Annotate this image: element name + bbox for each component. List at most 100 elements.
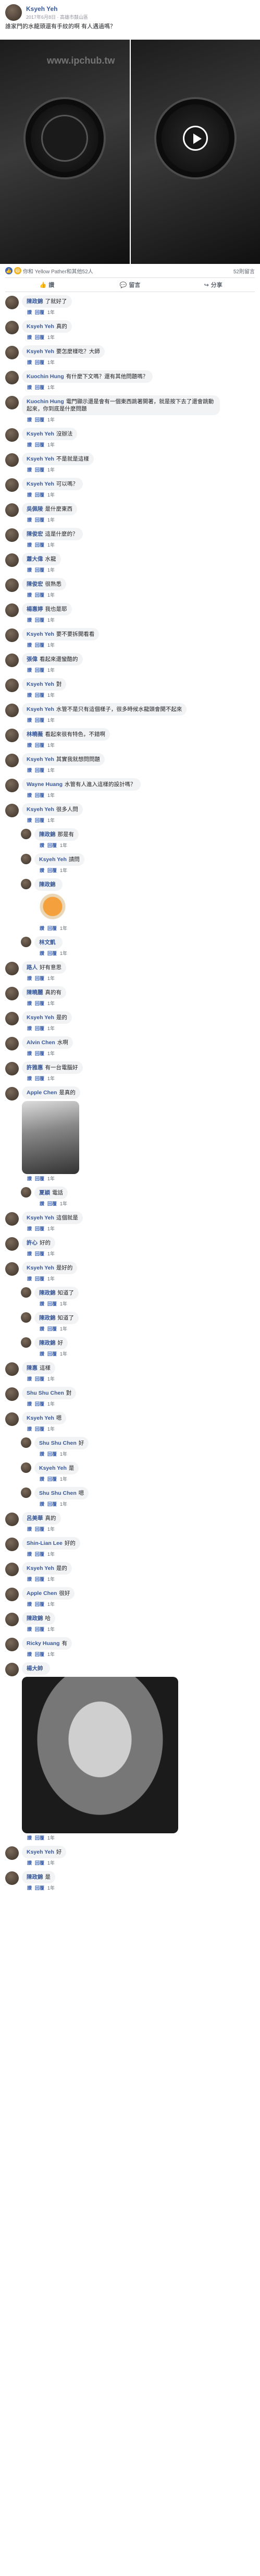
post-timestamp[interactable]: 2017年6月8日 · 高雄市鼓山區 [26,14,88,20]
comment-reply-button[interactable]: 回覆 [35,1835,44,1841]
comment-like-button[interactable]: 讚 [27,1276,32,1281]
comment-like-button[interactable]: 讚 [27,668,32,673]
comment-like-button[interactable]: 讚 [27,492,32,498]
commenter-avatar[interactable] [5,779,19,792]
commenter-name[interactable]: Ksyeh Yeh [27,481,54,487]
comment-like-button[interactable]: 讚 [27,643,32,648]
comment-like-button[interactable]: 讚 [27,693,32,698]
commenter-name[interactable]: Ksyeh Yeh [39,1465,67,1471]
commenter-name[interactable]: Shu Shu Chen [27,1390,64,1396]
comment-time[interactable]: 1年 [47,1401,55,1407]
comment-reply-button[interactable]: 回覆 [35,592,44,598]
commenter-name[interactable]: Ksyeh Yeh [27,806,54,813]
comment-like-button[interactable]: 讚 [40,868,44,873]
commenter-avatar[interactable] [5,754,19,767]
comment-time[interactable]: 1年 [47,1602,55,1607]
commenter-name[interactable]: 陳政錦 [27,1874,43,1880]
comment-time[interactable]: 1年 [60,868,67,873]
comment-reply-button[interactable]: 回覆 [35,567,44,573]
comment-like-button[interactable]: 讚 [27,1176,32,1181]
comment-reply-button[interactable]: 回覆 [47,1201,57,1206]
comment-like-button[interactable]: 讚 [27,1401,32,1407]
commenter-avatar[interactable] [21,937,31,947]
comment-like-button[interactable]: 讚 [27,442,32,448]
commenter-name[interactable]: Ksyeh Yeh [27,1215,54,1221]
comment-time[interactable]: 1年 [47,1885,55,1891]
commenter-name[interactable]: 楊大帥 [27,1665,43,1672]
comment-like-button[interactable]: 讚 [27,467,32,473]
commenter-name[interactable]: Shu Shu Chen [39,1440,77,1446]
commenter-name[interactable]: Alvin Chen [27,1039,55,1046]
commenter-avatar[interactable] [5,679,19,692]
commenter-avatar[interactable] [5,1212,19,1226]
commenter-avatar[interactable] [5,729,19,742]
comment-reply-button[interactable]: 回覆 [35,385,44,390]
commenter-avatar[interactable] [5,962,19,975]
commenter-name[interactable]: 陳政錦 [27,298,43,305]
commenter-avatar[interactable] [5,553,19,567]
comment-time[interactable]: 1年 [47,693,55,698]
comment-time[interactable]: 1年 [47,542,55,548]
comment-like-button[interactable]: 讚 [40,1201,44,1206]
comment-reply-button[interactable]: 回覆 [35,442,44,448]
comment-reply-button[interactable]: 回覆 [35,1860,44,1866]
comment-time[interactable]: 1年 [47,567,55,573]
comment-reply-button[interactable]: 回覆 [35,1652,44,1657]
commenter-avatar[interactable] [5,1538,19,1551]
comment-reply-button[interactable]: 回覆 [35,1051,44,1056]
comment-time[interactable]: 1年 [47,718,55,723]
commenter-avatar[interactable] [5,1262,19,1276]
comment-time[interactable]: 1年 [47,385,55,390]
comment-reply-button[interactable]: 回覆 [35,492,44,498]
comment-time[interactable]: 1年 [47,1860,55,1866]
commenter-avatar[interactable] [21,1487,31,1498]
comment-like-button[interactable]: 讚 [27,1652,32,1657]
commenter-name[interactable]: Ksyeh Yeh [27,1849,54,1855]
comment-like-button[interactable]: 讚 [40,1452,44,1457]
commenter-name[interactable]: 陳政錦 [27,1615,43,1622]
comment-reply-button[interactable]: 回覆 [35,618,44,623]
comment-photo[interactable] [22,1101,79,1174]
commenter-name[interactable]: 陳政錦 [39,881,56,888]
comment-time[interactable]: 1年 [47,1076,55,1081]
comment-like-button[interactable]: 讚 [27,743,32,748]
comment-reply-button[interactable]: 回覆 [35,1552,44,1557]
commenter-avatar[interactable] [21,1312,31,1323]
comment-reply-button[interactable]: 回覆 [35,360,44,365]
commenter-avatar[interactable] [5,428,19,442]
commenter-avatar[interactable] [5,453,19,467]
comment-like-button[interactable]: 讚 [40,951,44,956]
comment-reply-button[interactable]: 回覆 [35,793,44,798]
comment-reply-button[interactable]: 回覆 [35,310,44,315]
like-button[interactable]: 👍 讚 [5,278,89,292]
comment-time[interactable]: 1年 [47,1376,55,1382]
comment-reply-button[interactable]: 回覆 [35,1276,44,1281]
commenter-avatar[interactable] [5,578,19,592]
comment-like-button[interactable]: 讚 [27,335,32,340]
comment-like-button[interactable]: 讚 [27,1577,32,1582]
commenter-avatar[interactable] [5,1062,19,1075]
comment-time[interactable]: 1年 [47,976,55,981]
comment-like-button[interactable]: 讚 [27,1835,32,1841]
commenter-name[interactable]: Ksyeh Yeh [27,706,54,712]
commenter-name[interactable]: 呂美華 [27,1515,43,1521]
comment-reply-button[interactable]: 回覆 [35,976,44,981]
comment-like-button[interactable]: 讚 [27,1251,32,1256]
comment-time[interactable]: 1年 [60,1201,67,1206]
commenter-name[interactable]: Apple Chen [27,1090,57,1096]
commenter-name[interactable]: 陳政錦 [39,831,56,838]
comment-time[interactable]: 1年 [47,1226,55,1231]
commenter-avatar[interactable] [21,1462,31,1473]
commenter-avatar[interactable] [5,1412,19,1426]
comment-reply-button[interactable]: 回覆 [35,818,44,823]
comment-like-button[interactable]: 讚 [27,310,32,315]
comment-like-button[interactable]: 讚 [27,385,32,390]
comment-reply-button[interactable]: 回覆 [35,643,44,648]
post-author[interactable]: Ksyeh Yeh [26,5,88,13]
commenter-avatar[interactable] [5,603,19,617]
comment-reply-button[interactable]: 回覆 [47,1502,57,1507]
commenter-name[interactable]: 陳政錦 [39,1340,56,1346]
comment-reply-button[interactable]: 回覆 [47,1351,57,1357]
comment-time[interactable]: 1年 [47,818,55,823]
comment-reply-button[interactable]: 回覆 [35,1602,44,1607]
